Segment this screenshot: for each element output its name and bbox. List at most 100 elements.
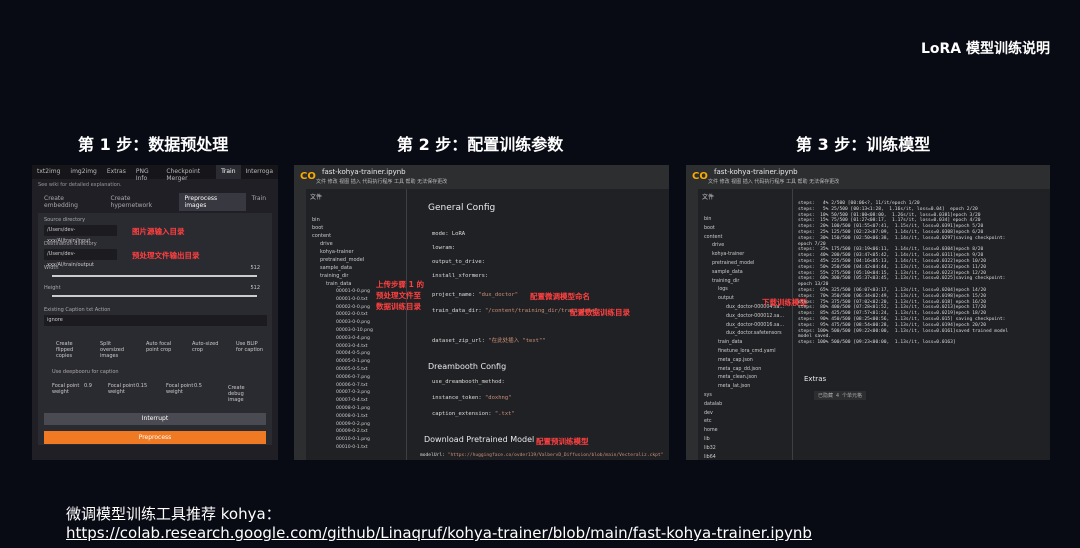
file-item[interactable]: 00007-0-4.txt — [336, 398, 368, 403]
tree-item[interactable]: training_dir — [712, 279, 739, 284]
subtab-train[interactable]: Train — [246, 193, 272, 211]
tree-item[interactable]: kohya-trainer — [712, 252, 744, 257]
instance-token-value[interactable]: "doxhng" — [485, 395, 512, 401]
footer-link[interactable]: https://colab.research.google.com/github… — [66, 524, 812, 542]
tree-item[interactable]: meta_lat.json — [718, 384, 750, 389]
check-autofocal[interactable]: Auto focal point crop — [146, 341, 176, 353]
file-item[interactable]: 00001-0-0.png — [336, 289, 370, 294]
tree-item[interactable]: dux_doctor-000016.sa... — [726, 323, 784, 328]
subtab-create-embedding[interactable]: Create embedding — [38, 193, 105, 211]
tree-item[interactable]: sys — [704, 393, 712, 398]
folder-boot[interactable]: boot — [312, 225, 323, 231]
file-item[interactable]: 00005-0-5.txt — [336, 367, 368, 372]
colab-menu[interactable]: 文件 修改 视图 插入 代码执行程序 工具 帮助 无法保存更改 — [316, 178, 447, 185]
folder-content[interactable]: content — [312, 233, 331, 239]
file-item[interactable]: 00007-0-3.png — [336, 390, 370, 395]
check-blip[interactable]: Use BLIP for caption — [236, 341, 266, 353]
preprocess-button[interactable]: Preprocess — [44, 431, 266, 444]
tab-train[interactable]: Train — [216, 165, 241, 179]
tree-item[interactable]: finetune_lora_cmd.yaml — [718, 349, 776, 354]
tree-item[interactable]: boot — [704, 226, 715, 231]
folder-drive[interactable]: drive — [320, 241, 333, 247]
caption-ext-value[interactable]: ".txt" — [495, 411, 515, 417]
tree-item[interactable]: content — [704, 235, 722, 240]
tree-item[interactable]: output — [718, 296, 734, 301]
tab-png-info[interactable]: PNG Info — [131, 165, 162, 182]
folder-kohya[interactable]: kohya-trainer — [320, 249, 354, 255]
file-item[interactable]: 00008-0-1.txt — [336, 414, 368, 419]
check-flipped[interactable]: Create flipped copies — [56, 341, 86, 359]
notebook-name[interactable]: fast-kohya-trainer.ipynb — [714, 168, 798, 176]
width-slider[interactable] — [52, 275, 257, 277]
tree-item[interactable]: meta_clean.json — [718, 375, 757, 380]
file-item[interactable]: 00002-0-0.txt — [336, 312, 368, 317]
colab-menu[interactable]: 文件 修改 视图 插入 代码执行程序 工具 帮助 无法保存更改 — [708, 178, 839, 185]
tab-checkpoint-merger[interactable]: Checkpoint Merger — [161, 165, 216, 182]
folder-pretrained[interactable]: pretrained_model — [320, 257, 364, 263]
file-item[interactable]: 00002-0-0.png — [336, 305, 370, 310]
tree-item[interactable]: dux_doctor-000012.sa... — [726, 314, 784, 319]
subtab-create-hypernetwork[interactable]: Create hypernetwork — [105, 193, 179, 211]
tab-txt2img[interactable]: txt2img — [32, 165, 65, 179]
lowram-field[interactable]: lowram: — [432, 245, 455, 251]
focal-weight-3-value[interactable]: 0.5 — [194, 383, 224, 389]
tree-item[interactable]: home — [704, 428, 718, 433]
project-name-value[interactable]: "dux_doctor" — [478, 292, 518, 298]
file-item[interactable]: 00009-0-2.png — [336, 422, 370, 427]
tree-item[interactable]: train_data — [718, 340, 742, 345]
tree-item[interactable]: dux_doctor.safetensors — [726, 331, 782, 336]
folder-train-data[interactable]: train_data — [326, 281, 351, 287]
file-item[interactable]: 00003-0-0.png — [336, 320, 370, 325]
tab-img2img[interactable]: img2img — [65, 165, 101, 179]
destination-directory-input[interactable]: /Users/dev-xxx/AI/train/output — [44, 249, 117, 268]
tree-item[interactable]: pretrained_model — [712, 261, 754, 266]
folder-training[interactable]: training_dir — [320, 273, 349, 279]
tree-item[interactable]: etc — [704, 419, 711, 424]
file-item[interactable]: 00005-0-1.png — [336, 359, 370, 364]
dataset-zip-value[interactable]: "在此处插入 "text"" — [488, 338, 545, 344]
file-item[interactable]: 00006-0-7.txt — [336, 383, 368, 388]
caption-action-select[interactable]: ignore — [44, 315, 267, 326]
tree-item[interactable]: lib32 — [704, 446, 716, 451]
check-deepbooru[interactable]: Use deepbooru for caption — [52, 369, 119, 375]
file-item[interactable]: 00003-0-10.png — [336, 328, 373, 333]
tree-item[interactable]: drive — [712, 243, 724, 248]
interrupt-button[interactable]: Interrupt — [44, 413, 266, 425]
check-debug[interactable]: Create debug image — [228, 385, 258, 403]
file-item[interactable]: 00010-0-1.txt — [336, 445, 368, 450]
tree-item[interactable]: datalab — [704, 402, 722, 407]
check-split[interactable]: Split oversized images — [100, 341, 130, 359]
tree-item[interactable]: bin — [704, 217, 711, 222]
tree-item[interactable]: meta_cap.json — [718, 358, 753, 363]
notebook-name[interactable]: fast-kohya-trainer.ipynb — [322, 168, 406, 176]
extras-heading[interactable]: Extras — [804, 375, 826, 383]
output-drive-field[interactable]: output_to_drive: — [432, 259, 485, 265]
file-item[interactable]: 00003-0-4.png — [336, 336, 370, 341]
tab-extras[interactable]: Extras — [102, 165, 131, 179]
subtab-preprocess-images[interactable]: Preprocess images — [178, 193, 246, 211]
file-item[interactable]: 00004-0-5.png — [336, 351, 370, 356]
file-item[interactable]: 00006-0-7.png — [336, 375, 370, 380]
use-dreambooth-field[interactable]: use_dreambooth_method: — [432, 379, 505, 385]
height-slider[interactable] — [52, 295, 257, 297]
install-xformers-field[interactable]: install_xformers: — [432, 273, 488, 279]
folder-bin[interactable]: bin — [312, 217, 320, 223]
file-item[interactable]: 00008-0-1.png — [336, 406, 370, 411]
tree-item[interactable]: logs — [718, 287, 728, 292]
file-item[interactable]: 00001-0-0.txt — [336, 297, 368, 302]
hidden-cells[interactable]: 已隐藏 4 个单元格 — [814, 391, 867, 400]
model-url-value[interactable]: "https://huggingface.co/ovder119/Valberv… — [448, 453, 664, 458]
file-item[interactable]: 00003-0-4.txt — [336, 344, 368, 349]
focal-weight-2-value[interactable]: 0.15 — [136, 383, 166, 389]
file-item[interactable]: 00010-0-1.png — [336, 437, 370, 442]
tree-item[interactable]: lib — [704, 437, 710, 442]
tree-item[interactable]: sample_data — [712, 270, 743, 275]
folder-sample[interactable]: sample_data — [320, 265, 352, 271]
check-autosized[interactable]: Auto-sized crop — [192, 341, 222, 353]
tree-item[interactable]: dev — [704, 411, 713, 416]
tab-interrogate[interactable]: Interroga — [241, 165, 278, 179]
file-item[interactable]: 00009-0-2.txt — [336, 429, 368, 434]
source-directory-input[interactable]: /Users/dev-xxx/AI/train/input — [44, 225, 117, 244]
mode-value[interactable]: LoRA — [452, 231, 465, 237]
tree-item[interactable]: meta_cap_dd.json — [718, 367, 761, 372]
